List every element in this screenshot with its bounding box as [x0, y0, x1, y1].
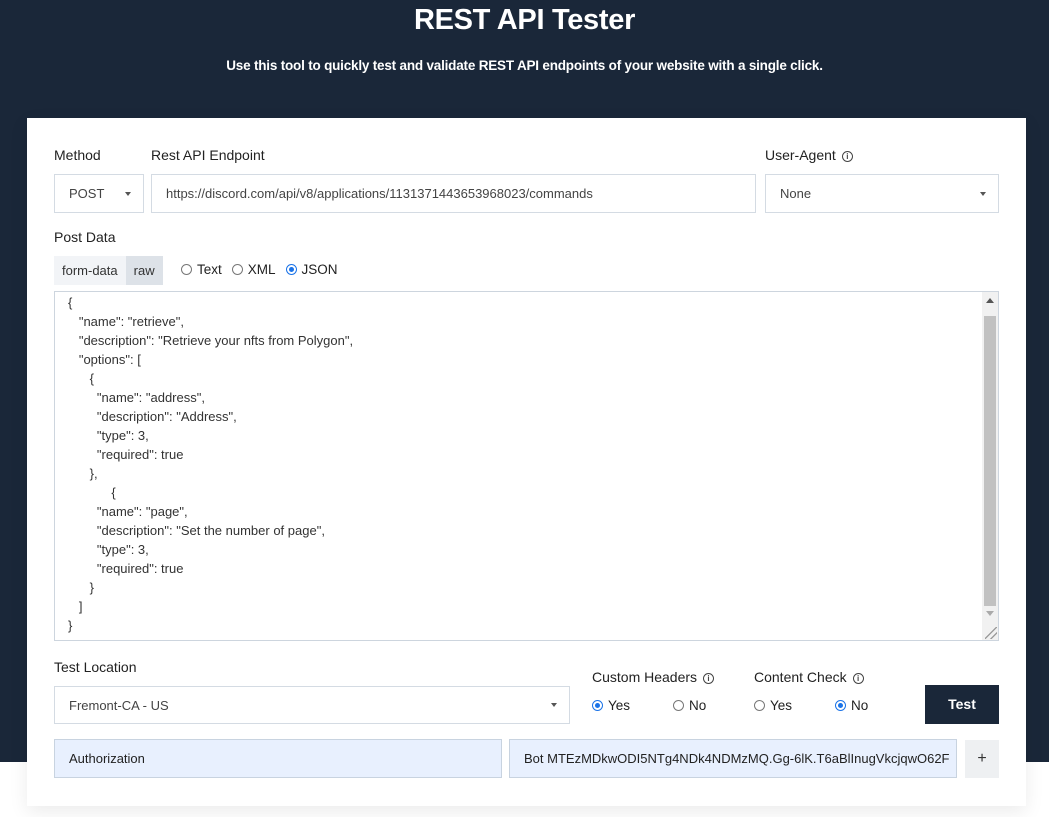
add-header-button[interactable]: +: [965, 740, 999, 778]
user-agent-select[interactable]: None: [765, 174, 999, 213]
tab-form-data[interactable]: form-data: [54, 256, 126, 285]
scrollbar[interactable]: [982, 292, 998, 640]
resize-handle-icon[interactable]: [985, 627, 997, 639]
format-text-radio[interactable]: Text: [181, 262, 222, 277]
test-location-select[interactable]: Fremont-CA - US: [54, 686, 570, 724]
content-check-label: Content Check i: [754, 669, 864, 685]
endpoint-input[interactable]: https://discord.com/api/v8/applications/…: [151, 174, 756, 213]
custom-headers-no-radio[interactable]: No: [673, 698, 706, 713]
post-data-textarea[interactable]: { "name": "retrieve", "description": "Re…: [54, 291, 999, 641]
chevron-down-icon: [980, 191, 986, 196]
header-value-input[interactable]: Bot MTEzMDkwODI5NTg4NDk4NDMzMQ.Gg-6lK.T6…: [509, 739, 957, 778]
tester-card: Method Rest API Endpoint User-Agent i POS…: [27, 118, 1026, 806]
info-icon[interactable]: i: [841, 151, 853, 162]
content-check-no-radio[interactable]: No: [835, 698, 868, 713]
page-subtitle: Use this tool to quickly test and valida…: [226, 58, 823, 73]
test-button[interactable]: Test: [925, 685, 999, 724]
custom-headers-label: Custom Headers i: [592, 669, 715, 685]
user-agent-label: User-Agent i: [765, 147, 853, 163]
scroll-thumb[interactable]: [984, 316, 996, 606]
content-check-yes-radio[interactable]: Yes: [754, 698, 835, 713]
radio-button[interactable]: [181, 264, 192, 275]
radio-button[interactable]: [231, 264, 243, 275]
radio-button-selected[interactable]: [592, 700, 603, 711]
tab-raw[interactable]: raw: [125, 256, 163, 285]
format-json-radio[interactable]: JSON: [285, 262, 338, 277]
method-label: Method: [54, 147, 101, 163]
method-select[interactable]: POST: [54, 174, 144, 213]
post-data-label: Post Data: [54, 229, 116, 245]
page-title: REST API Tester: [413, 4, 636, 36]
content-check-radio-group: Yes No: [754, 698, 868, 713]
custom-headers-yes-radio[interactable]: Yes: [592, 698, 673, 713]
radio-button[interactable]: [754, 700, 765, 711]
test-location-label: Test Location: [54, 659, 137, 675]
post-data-tabs: form-data raw: [54, 256, 163, 285]
format-xml-radio[interactable]: XML: [231, 262, 276, 277]
info-icon[interactable]: i: [703, 673, 715, 684]
info-icon[interactable]: i: [852, 673, 864, 684]
header-name-input[interactable]: Authorization: [54, 739, 502, 778]
endpoint-label: Rest API Endpoint: [151, 147, 265, 163]
scroll-down-icon[interactable]: [986, 611, 994, 616]
chevron-down-icon: [551, 703, 557, 707]
custom-headers-radio-group: Yes No: [592, 698, 706, 713]
chevron-down-icon: [125, 191, 131, 196]
post-data-body: { "name": "retrieve", "description": "Re…: [68, 295, 354, 633]
format-radio-group: Text XML JSON: [181, 262, 338, 277]
radio-button-selected[interactable]: [285, 264, 297, 275]
scroll-up-icon[interactable]: [986, 298, 994, 303]
radio-button-selected[interactable]: [835, 700, 846, 711]
radio-button[interactable]: [673, 700, 684, 711]
